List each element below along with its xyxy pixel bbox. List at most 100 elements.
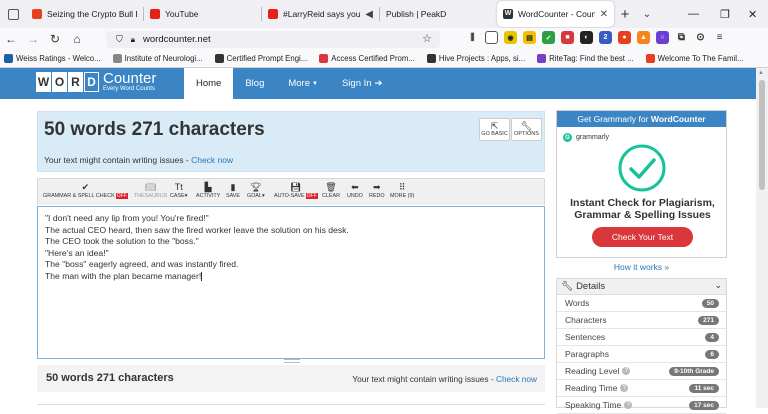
editor-line: The "boss" eagerly agreed, and was insta… [45,259,239,269]
close-window-button[interactable]: ✕ [748,0,757,28]
address-bar[interactable]: ⛉ 🔒︎ wordcounter.net ☆ [106,31,440,48]
undo-label: UNDO [347,193,363,199]
bookmark-item[interactable]: Welcome To The Famil... [645,54,743,63]
grammarly-promo: Get Grammarly for WordCounter Ggrammarly… [556,110,727,258]
site-nav: Home Blog More ▼ Sign In ➔ [184,68,395,99]
activity-button[interactable]: ▙ ACTIVITY [196,182,220,199]
bookmark-item[interactable]: Institute of Neurologi... [112,54,203,63]
bookmark-item[interactable]: Weiss Ratings - Welco... [4,54,101,63]
details-header[interactable]: 🔧︎ Details ⌄ [557,279,726,295]
page-scrollbar[interactable]: ▲ [756,68,768,408]
nav-home[interactable]: Home [184,68,234,99]
youtube-icon [150,9,160,19]
options-button[interactable]: 🔧︎ OPTIONS [511,118,542,141]
site-header: W O R D Counter Every Word Counts Home B… [0,68,756,99]
goal-button[interactable]: 🏆︎ GOAL▾ [247,182,265,199]
editor-toolbar: ✔ GRAMMAR & SPELL CHECK OFF 📖︎ THESAURUS Tt… [37,178,545,205]
bottom-writing-issues-text: Your text might contain writing issues - [352,374,496,384]
clear-button[interactable]: 🗑︎ CLEAR [322,182,340,199]
check-now-link[interactable]: Check now [191,155,233,165]
nav-sign-in[interactable]: Sign In ➔ [330,68,395,99]
case-button[interactable]: Tt CASE▾ [170,182,187,199]
site-logo[interactable]: W O R D Counter Every Word Counts [36,71,156,92]
redo-button[interactable]: ➡ REDO [369,182,385,199]
bottom-check-now-link[interactable]: Check now [496,374,537,384]
go-basic-button[interactable]: ⇱ GO BASIC [479,118,510,141]
url-text: wordcounter.net [143,34,211,45]
extension-icon[interactable]: ▤ [523,31,536,44]
close-tab-icon[interactable]: ✕ [600,9,608,20]
extension-icon[interactable]: ✓ [542,31,555,44]
menu-icon[interactable]: ≡ [713,31,726,44]
writing-issues-notice: Your text might contain writing issues -… [44,155,233,165]
off-badge: OFF [115,193,128,199]
extension-icon[interactable]: ○ [656,31,669,44]
tab-list-icon [7,8,19,20]
detail-label: Reading Time [565,383,618,393]
browser-tab[interactable]: Seizing the Crypto Bull Ru [26,1,143,27]
extension-icon[interactable]: ◉ [504,31,517,44]
how-it-works-link[interactable]: How it works » [556,262,727,272]
detail-value-badge: 11 sec [689,384,719,393]
detail-row: Sentences 4 [557,329,726,346]
sidebar-icon[interactable] [485,31,498,44]
extension-icon[interactable]: ■ [561,31,574,44]
account-icon[interactable]: ⊙ [694,31,707,44]
grammarly-header: Get Grammarly for WordCounter [557,111,726,127]
logo-letter: W [36,72,51,92]
bookmark-star-icon[interactable]: ☆ [422,32,432,45]
thesaurus-button[interactable]: 📖︎ THESAURUS [134,182,167,199]
undo-button[interactable]: ⬅ UNDO [347,182,363,199]
extensions-puzzle-icon[interactable]: ⧉ [675,31,688,44]
youtube-icon [268,9,278,19]
chevron-down-icon[interactable]: ⌄ [636,9,658,20]
chevron-down-icon[interactable]: ⌄ [714,280,722,291]
check-your-text-button[interactable]: Check Your Text [592,227,693,247]
bookmark-item[interactable]: Hive Projects : Apps, si... [426,54,525,63]
tab-list-button[interactable] [0,0,26,28]
bookmark-item[interactable]: Access Certified Prom... [319,54,415,63]
metamask-icon[interactable]: ▲ [637,31,650,44]
back-icon[interactable]: ← [0,32,22,46]
browser-tab-active[interactable]: W WordCounter - Count Wo ✕ [497,1,614,27]
undo-arrow-icon: ⬅ [351,182,359,192]
auto-save-label: AUTO-SAVE [274,193,305,199]
nav-more[interactable]: More ▼ [276,68,330,99]
extension-icon[interactable]: 2 [599,31,612,44]
more-tools-button[interactable]: ⠿ MORE (9) [390,182,414,199]
browser-tab[interactable]: YouTube [144,1,261,27]
check-icon: ✔ [81,182,90,192]
forward-icon[interactable]: → [22,32,44,46]
word-count-headline: 50 words 271 characters [44,119,265,140]
bookmark-item[interactable]: Certified Prompt Engi... [214,54,307,63]
help-icon[interactable]: ? [620,384,629,392]
tab-title: YouTube [165,9,199,19]
help-icon[interactable]: ? [622,367,631,375]
writing-issues-text: Your text might contain writing issues - [44,155,192,165]
home-icon[interactable]: ⌂ [66,32,88,46]
scroll-up-icon[interactable]: ▲ [758,70,764,76]
auto-save-button[interactable]: 💾︎ AUTO-SAVE OFF [274,182,318,199]
library-icon[interactable]: ⫼ [466,31,479,44]
save-button[interactable]: ▮ SAVE [226,182,240,199]
new-tab-button[interactable]: + [614,6,636,23]
extension-icon[interactable]: ◐ [580,31,593,44]
logo-letter: R [68,72,83,92]
text-editor[interactable]: "I don't need any lip from you! You're f… [37,206,545,359]
grammar-check-button[interactable]: ✔ GRAMMAR & SPELL CHECK OFF [43,182,128,199]
scrollbar-thumb[interactable] [759,80,765,190]
grammarly-logo-icon: G [563,133,572,142]
reload-icon[interactable]: ↻ [44,32,66,46]
browser-tab[interactable]: Publish | PeakD [380,1,497,27]
bookmark-item[interactable]: RiteTag: Find the best ... [537,54,634,63]
minimize-button[interactable]: — [688,0,699,28]
nav-sign-in-label: Sign In [341,78,372,89]
nav-blog[interactable]: Blog [233,68,276,99]
clear-label: CLEAR [322,193,340,199]
resize-handle[interactable] [284,359,300,363]
restore-button[interactable]: ❐ [720,0,730,28]
grammarly-header-bold: WordCounter [650,114,706,124]
browser-tab[interactable]: #LarryReid says you d ◀ [262,1,379,27]
extension-icon[interactable]: ● [618,31,631,44]
bottom-word-count: 50 words 271 characters [46,372,174,384]
